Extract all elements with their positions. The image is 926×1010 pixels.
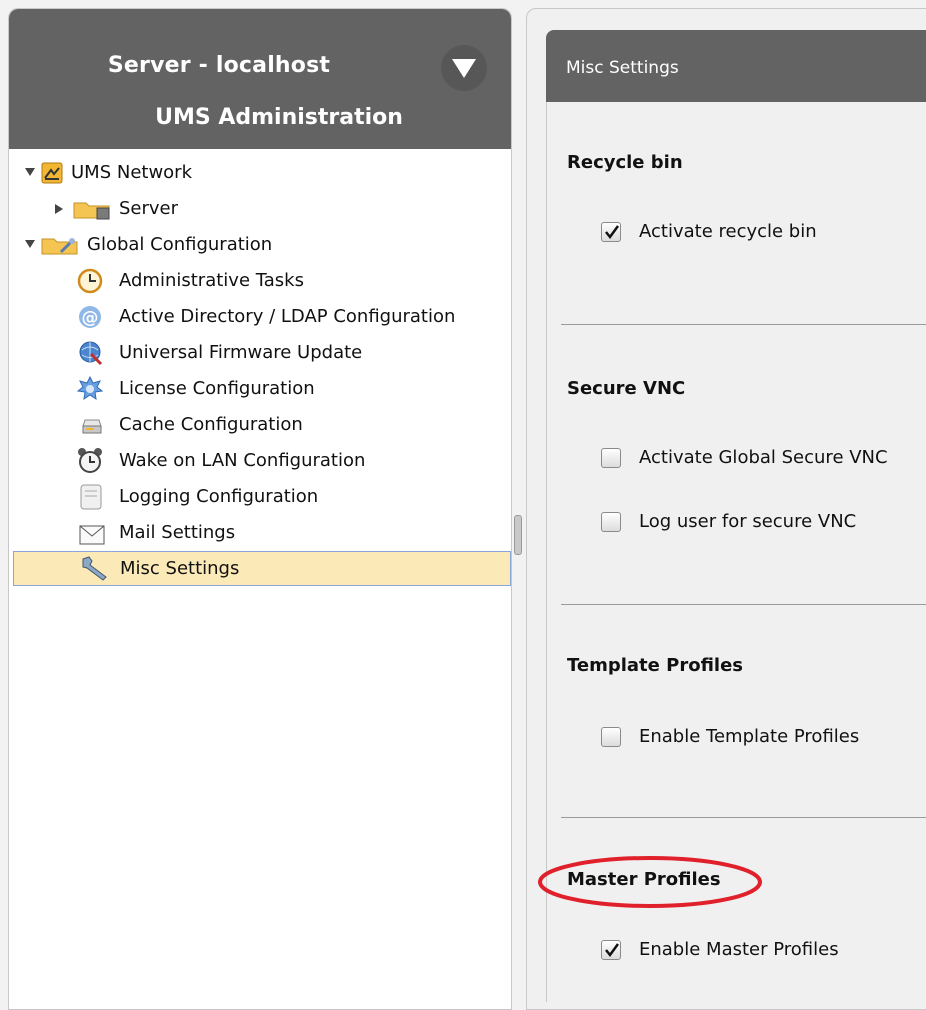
tree-item-label: UMS Network xyxy=(71,162,193,183)
chevron-down-icon xyxy=(452,59,476,78)
checkbox-box[interactable] xyxy=(601,727,621,747)
admin-title: UMS Administration xyxy=(155,105,403,130)
tree-item-misc-settings[interactable]: Misc Settings xyxy=(13,551,511,586)
tree-item-label: Global Configuration xyxy=(87,234,273,255)
tree-item-logging-configuration[interactable]: Logging Configuration xyxy=(9,480,509,514)
global-config-folder-icon xyxy=(41,234,81,256)
checkmark-icon xyxy=(605,225,620,240)
checkbox-box[interactable] xyxy=(601,448,621,468)
tree-item-label: Cache Configuration xyxy=(119,414,303,435)
checkbox-log-user-secure-vnc[interactable]: Log user for secure VNC xyxy=(601,510,926,540)
tree-item-cache-configuration[interactable]: Cache Configuration xyxy=(9,408,509,442)
section-divider xyxy=(561,817,926,818)
checkbox-label: Activate Global Secure VNC xyxy=(639,447,888,468)
tree-item-global-configuration[interactable]: Global Configuration xyxy=(9,228,509,262)
tree-item-server[interactable]: Server xyxy=(9,192,509,226)
cache-icon xyxy=(81,414,103,436)
navigation-header: Server - localhost UMS Administration xyxy=(9,9,511,149)
panel-splitter[interactable] xyxy=(514,515,522,555)
at-sign-icon: @ xyxy=(77,304,103,330)
checkbox-enable-template-profiles[interactable]: Enable Template Profiles xyxy=(601,725,926,755)
section-title-secure-vnc: Secure VNC xyxy=(567,378,686,399)
section-title-recycle-bin: Recycle bin xyxy=(567,152,683,173)
tree-item-active-directory[interactable]: @ Active Directory / LDAP Configuration xyxy=(9,300,509,334)
checkbox-label: Enable Master Profiles xyxy=(639,939,839,960)
svg-text:@: @ xyxy=(82,308,99,328)
settings-header: Misc Settings xyxy=(546,30,926,102)
checkbox-box[interactable] xyxy=(601,940,621,960)
tree-item-label: Wake on LAN Configuration xyxy=(119,450,366,471)
checkbox-box[interactable] xyxy=(601,222,621,242)
checkbox-activate-recycle-bin[interactable]: Activate recycle bin xyxy=(601,220,901,250)
ums-network-icon xyxy=(41,162,63,184)
checkmark-icon xyxy=(605,943,620,958)
checkbox-label: Log user for secure VNC xyxy=(639,511,857,532)
highlight-ellipse-annotation xyxy=(538,856,762,908)
navigation-panel: Server - localhost UMS Administration UM… xyxy=(8,8,512,1010)
tree-item-label: Mail Settings xyxy=(119,522,236,543)
tree-item-label: License Configuration xyxy=(119,378,315,399)
expand-right-icon[interactable] xyxy=(55,204,63,214)
checkbox-label: Activate recycle bin xyxy=(639,221,817,242)
server-folder-icon xyxy=(73,198,113,220)
tree-item-mail-settings[interactable]: Mail Settings xyxy=(9,516,509,550)
checkbox-enable-master-profiles[interactable]: Enable Master Profiles xyxy=(601,938,926,968)
tree-item-label: Universal Firmware Update xyxy=(119,342,363,363)
tree-item-label: Server xyxy=(119,198,179,219)
section-divider xyxy=(561,324,926,325)
wrench-icon xyxy=(80,555,110,581)
tree-item-universal-firmware-update[interactable]: Universal Firmware Update xyxy=(9,336,509,370)
expand-down-icon[interactable] xyxy=(25,168,35,176)
tree-item-label: Administrative Tasks xyxy=(119,270,304,291)
license-gear-icon xyxy=(76,375,104,402)
tree-item-ums-network[interactable]: UMS Network xyxy=(9,156,509,190)
envelope-icon xyxy=(79,523,105,545)
tree-item-label: Active Directory / LDAP Configuration xyxy=(119,306,456,327)
log-file-icon xyxy=(79,484,103,510)
tree-item-wake-on-lan[interactable]: Wake on LAN Configuration xyxy=(9,444,509,478)
tree-item-administrative-tasks[interactable]: Administrative Tasks xyxy=(9,264,509,298)
section-divider xyxy=(561,604,926,605)
tree-item-label: Logging Configuration xyxy=(119,486,319,507)
checkbox-label: Enable Template Profiles xyxy=(639,726,860,747)
clock-icon xyxy=(77,268,103,294)
expand-down-icon[interactable] xyxy=(25,240,35,248)
server-title: Server - localhost xyxy=(107,53,331,78)
tree-item-license-configuration[interactable]: License Configuration xyxy=(9,372,509,406)
checkbox-box[interactable] xyxy=(601,512,621,532)
settings-title: Misc Settings xyxy=(566,58,679,78)
checkbox-activate-global-secure-vnc[interactable]: Activate Global Secure VNC xyxy=(601,446,926,476)
tree-item-label: Misc Settings xyxy=(120,558,240,579)
server-menu-button[interactable] xyxy=(441,45,487,91)
alarm-clock-icon xyxy=(77,447,103,475)
section-title-template-profiles: Template Profiles xyxy=(567,655,744,676)
globe-update-icon xyxy=(77,340,103,366)
